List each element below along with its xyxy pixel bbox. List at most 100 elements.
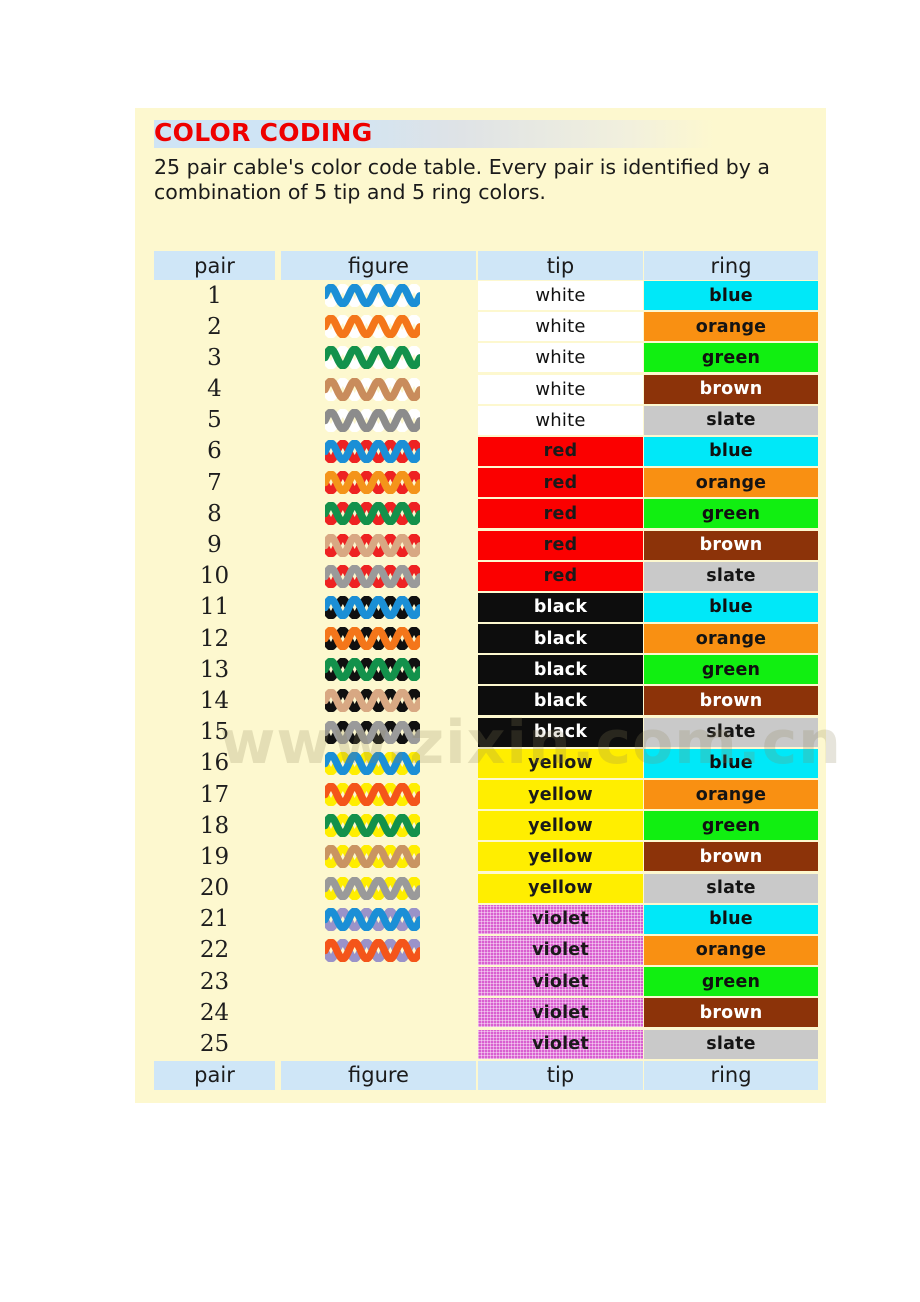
column-header-ring: ring (644, 251, 818, 280)
cell-tip-color: white (478, 405, 643, 435)
twisted-pair-figure-icon (325, 938, 420, 962)
table-row: 7 red orange (135, 467, 826, 498)
cell-ring-color: brown (644, 530, 818, 560)
cell-tip-color: white (478, 343, 643, 373)
twisted-pair-figure-icon (325, 377, 420, 401)
cell-tip-color: black (478, 717, 643, 747)
cell-tip-color: violet (478, 967, 643, 997)
cell-pair-number: 4 (207, 376, 222, 403)
cell-ring-color: green (644, 811, 818, 841)
table-header-row-bottom: pair figure tip ring (135, 1060, 826, 1090)
color-code-table: pair figure tip ring 1 white blue 2 white orange 3… (135, 250, 826, 1090)
table-row: 4 white brown (135, 374, 826, 405)
cell-ring-color: orange (644, 312, 818, 342)
cell-pair-number: 9 (207, 532, 222, 558)
cell-tip-color: red (478, 499, 643, 529)
twisted-pair-figure-icon (325, 439, 420, 463)
cell-pair-number: 14 (199, 687, 230, 714)
twisted-pair-figure-icon (325, 627, 420, 651)
cell-tip-color: red (478, 436, 643, 466)
table-row: 9 red brown (135, 530, 826, 561)
cell-pair-number: 22 (199, 937, 230, 964)
cell-pair-number: 10 (199, 563, 230, 590)
cell-ring-color: green (644, 967, 818, 997)
table-row: 20 yellow slate (135, 873, 826, 904)
table-row: 13 black green (135, 654, 826, 685)
color-coding-panel: COLOR CODING 25 pair cable's color code … (135, 108, 841, 1103)
cell-tip-color: black (478, 624, 643, 654)
cell-tip-color: black (478, 655, 643, 685)
column-header-pair: pair (154, 1060, 275, 1090)
cell-tip-color: yellow (478, 873, 643, 903)
cell-ring-color: blue (644, 592, 818, 622)
column-header-tip: tip (478, 251, 643, 280)
twisted-pair-figure-icon (325, 502, 420, 526)
twisted-pair-figure-icon (325, 907, 420, 931)
table-row: 15 black slate (135, 717, 826, 748)
cell-pair-number: 2 (207, 313, 222, 340)
cell-pair-number: 6 (207, 438, 222, 465)
table-row: 21 violet blue (135, 904, 826, 935)
column-header-ring: ring (644, 1060, 818, 1090)
table-row: 22 violet orange (135, 935, 826, 966)
cell-tip-color: black (478, 686, 643, 716)
cell-ring-color: slate (644, 717, 818, 747)
table-row: 12 black orange (135, 623, 826, 654)
table-row: 6 red blue (135, 436, 826, 467)
cell-tip-color: violet (478, 998, 643, 1028)
cell-pair-number: 24 (199, 999, 230, 1026)
cell-pair-number: 20 (199, 875, 230, 902)
twisted-pair-figure-icon (325, 845, 420, 869)
cell-ring-color: orange (644, 935, 818, 965)
cell-ring-color: blue (644, 748, 818, 778)
cell-ring-color: blue (644, 281, 818, 310)
cell-tip-color: yellow (478, 842, 643, 872)
page-title: COLOR CODING (154, 118, 373, 147)
twisted-pair-figure-icon (325, 315, 420, 339)
cell-tip-color: black (478, 592, 643, 622)
twisted-pair-figure-icon (325, 720, 420, 744)
cell-ring-color: slate (644, 873, 818, 903)
twisted-pair-figure-icon (325, 876, 420, 900)
cell-ring-color: brown (644, 842, 818, 872)
twisted-pair-figure-icon (325, 564, 420, 588)
cell-pair-number: 15 (199, 719, 230, 746)
table-row: 18 yellow green (135, 810, 826, 841)
cell-pair-number: 11 (199, 594, 230, 621)
cell-ring-color: orange (644, 468, 818, 498)
table-row: 24 violet brown (135, 997, 826, 1028)
twisted-pair-figure-icon (325, 751, 420, 775)
table-row: 19 yellow brown (135, 841, 826, 872)
twisted-pair-figure-icon (325, 471, 420, 495)
twisted-pair-figure-icon (325, 658, 420, 682)
table-row: 10 red slate (135, 561, 826, 592)
cell-ring-color: brown (644, 998, 818, 1028)
cell-tip-color: violet (478, 1029, 643, 1059)
cell-pair-number: 12 (199, 625, 230, 652)
cell-pair-number: 16 (199, 750, 230, 777)
cell-pair-number: 19 (199, 843, 230, 870)
cell-ring-color: blue (644, 436, 818, 466)
table-header-row-top: pair figure tip ring (135, 250, 826, 280)
cell-ring-color: slate (644, 405, 818, 435)
page-subtitle: 25 pair cable's color code table. Every … (154, 155, 770, 204)
cell-tip-color: violet (478, 904, 643, 934)
cell-tip-color: yellow (478, 748, 643, 778)
cell-ring-color: green (644, 343, 818, 373)
cell-pair-number: 25 (199, 1031, 230, 1057)
cell-ring-color: orange (644, 624, 818, 654)
twisted-pair-figure-icon (325, 814, 420, 838)
column-header-figure: figure (281, 251, 476, 280)
cell-pair-number: 13 (199, 656, 230, 683)
table-row: 2 white orange (135, 311, 826, 342)
cell-pair-number: 23 (199, 968, 230, 995)
cell-tip-color: red (478, 530, 643, 560)
twisted-pair-figure-icon (325, 346, 420, 370)
cell-pair-number: 3 (207, 344, 222, 371)
table-row: 3 white green (135, 342, 826, 373)
cell-tip-color: white (478, 374, 643, 404)
cell-pair-number: 1 (207, 282, 222, 309)
twisted-pair-figure-icon (325, 689, 420, 713)
cell-tip-color: red (478, 561, 643, 591)
cell-tip-color: white (478, 312, 643, 342)
